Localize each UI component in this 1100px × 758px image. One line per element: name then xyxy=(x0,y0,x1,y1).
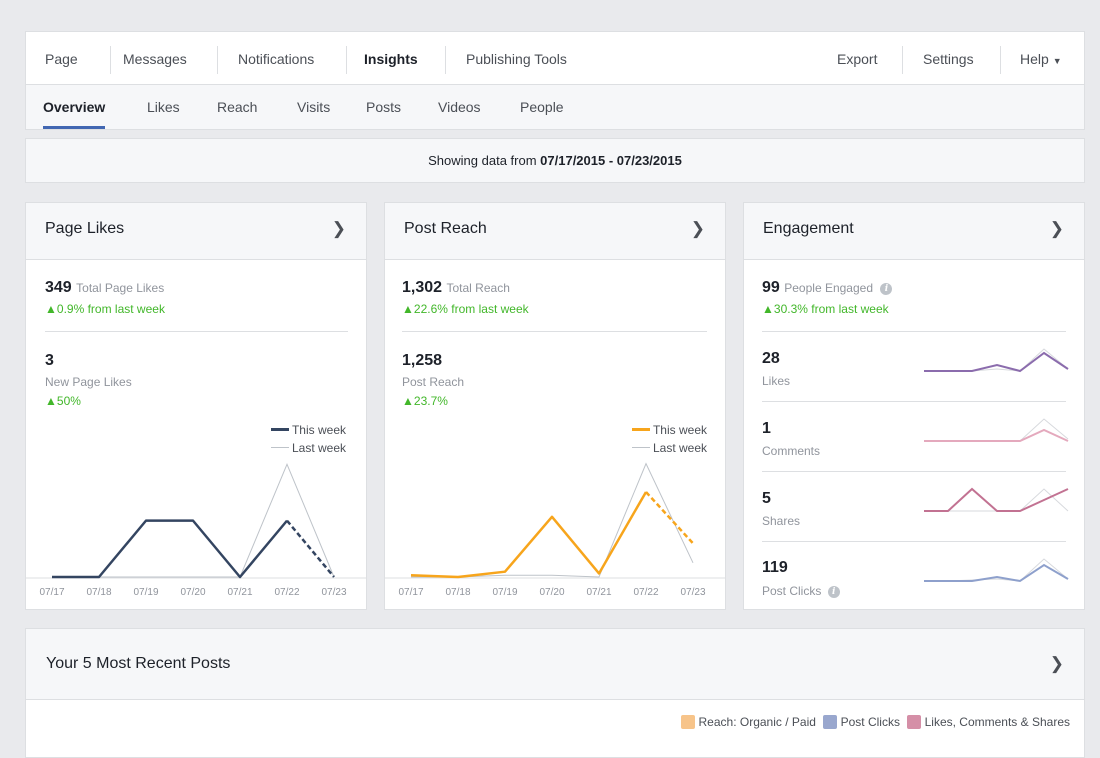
nav-separator xyxy=(902,46,903,74)
post-reach-x-tick-label: 07/17 xyxy=(398,587,423,598)
caret-down-icon: ▼ xyxy=(1052,56,1062,66)
post-reach-this-week-line xyxy=(410,491,648,579)
nav-page[interactable]: Page xyxy=(26,32,97,85)
page-likes-x-tick-label: 07/23 xyxy=(321,587,346,598)
post-reach-x-tick-label: 07/18 xyxy=(445,587,470,598)
legend-swatch-engagement xyxy=(906,715,921,729)
page-likes-x-tick-label: 07/18 xyxy=(86,587,111,598)
nav-separator xyxy=(445,46,446,74)
tab-overview[interactable]: Overview xyxy=(43,85,106,129)
tab-visits[interactable]: Visits xyxy=(297,85,330,129)
page-likes-x-tick-label: 07/21 xyxy=(227,587,252,598)
engagement-card: Engagement ❯ 99 People Engaged i ▲30.3% … xyxy=(743,202,1085,610)
nav-export[interactable]: Export xyxy=(818,32,896,85)
post-reach-x-tick-label: 07/21 xyxy=(586,587,611,598)
tab-reach[interactable]: Reach xyxy=(217,85,257,129)
tab-people[interactable]: People xyxy=(520,85,564,129)
nav-insights[interactable]: Insights xyxy=(345,32,437,85)
post-reach-this-week-partial-line xyxy=(645,491,694,545)
page-likes-card: Page Likes ❯ 349 Total Page Likes ▲0.9% … xyxy=(25,202,367,610)
date-range-value: 07/17/2015 - 07/23/2015 xyxy=(540,153,682,168)
post-reach-x-tick-label: 07/22 xyxy=(633,587,658,598)
legend-post-clicks-label: Post Clicks xyxy=(840,715,900,729)
nav-publishing-tools[interactable]: Publishing Tools xyxy=(447,32,586,85)
sparkline-likes-last-week xyxy=(924,348,1069,372)
post-reach-x-tick-label: 07/20 xyxy=(539,587,564,598)
recent-posts-title: Your 5 Most Recent Posts xyxy=(46,655,231,672)
sparkline-likes-this-week xyxy=(924,351,1069,373)
recent-posts-panel: Your 5 Most Recent Posts ❯ Reach: Organi… xyxy=(25,628,1085,758)
nav-separator xyxy=(217,46,218,74)
post-reach-last-week-line xyxy=(411,462,694,578)
nav-messages[interactable]: Messages xyxy=(104,32,206,85)
legend-reach-label: Reach: Organic / Paid xyxy=(698,715,816,729)
page-likes-x-tick-label: 07/19 xyxy=(133,587,158,598)
recent-posts-legend: Reach: Organic / Paid Post Clicks Likes,… xyxy=(680,715,1070,729)
nav-notifications[interactable]: Notifications xyxy=(219,32,333,85)
date-range-prefix: Showing data from xyxy=(428,153,541,168)
tab-videos[interactable]: Videos xyxy=(438,85,481,129)
chevron-right-icon[interactable]: ❯ xyxy=(1050,654,1064,674)
legend-swatch-post-clicks xyxy=(822,715,837,729)
page-likes-x-tick-label: 07/20 xyxy=(180,587,205,598)
post-reach-card: Post Reach ❯ 1,302 Total Reach ▲22.6% fr… xyxy=(384,202,726,610)
page-likes-x-tick-label: 07/22 xyxy=(274,587,299,598)
page-likes-chart: 07/17 07/18 07/19 07/20 07/21 07/22 07/23 xyxy=(26,462,366,598)
sparkline-comments-this-week xyxy=(924,428,1069,442)
page-likes-this-week-partial-line xyxy=(286,519,335,578)
post-reach-x-tick-label: 07/23 xyxy=(680,587,705,598)
top-navigation: Page Messages Notifications Insights Pub… xyxy=(25,31,1085,84)
insights-subnav: Overview Likes Reach Visits Posts Videos… xyxy=(25,84,1085,130)
sparkline-shares-this-week xyxy=(924,487,1069,512)
legend-swatch-reach xyxy=(680,715,695,729)
nav-settings[interactable]: Settings xyxy=(904,32,993,85)
page-likes-x-tick-label: 07/17 xyxy=(39,587,64,598)
tab-posts[interactable]: Posts xyxy=(366,85,401,129)
nav-help[interactable]: Help ▼ xyxy=(1001,32,1081,85)
nav-help-label: Help xyxy=(1020,51,1049,67)
post-reach-chart: 07/17 07/18 07/19 07/20 07/21 07/22 07/23 xyxy=(385,462,725,598)
legend-engagement-label: Likes, Comments & Shares xyxy=(924,715,1070,729)
date-range-bar: Showing data from 07/17/2015 - 07/23/201… xyxy=(25,138,1085,183)
engagement-sparklines xyxy=(924,348,1069,583)
tab-likes[interactable]: Likes xyxy=(147,85,180,129)
recent-posts-header[interactable]: Your 5 Most Recent Posts ❯ xyxy=(26,629,1084,700)
post-reach-x-tick-label: 07/19 xyxy=(492,587,517,598)
